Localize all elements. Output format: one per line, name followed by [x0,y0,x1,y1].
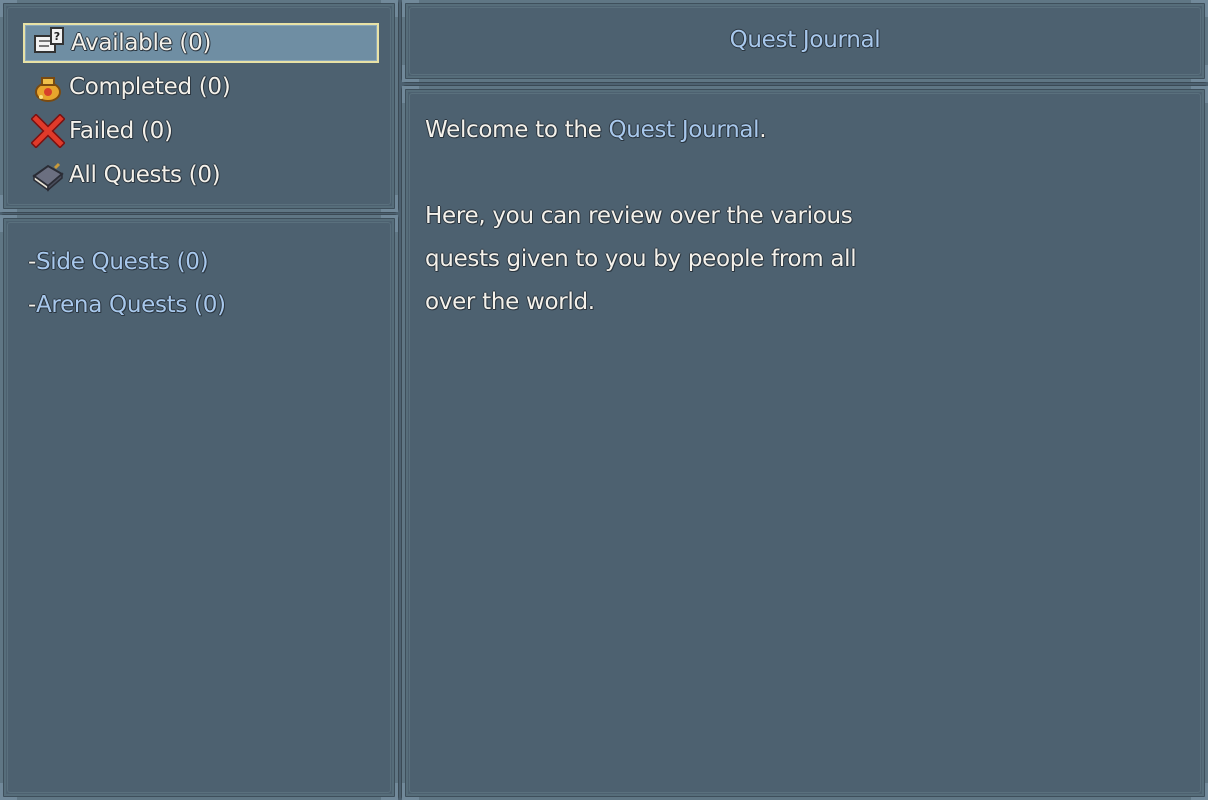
welcome-suffix: . [759,117,767,143]
window-corner [402,65,419,82]
welcome-highlight: Quest Journal [608,117,760,143]
book-icon [32,162,64,192]
category-all-quests[interactable]: All Quests (0) [23,155,379,195]
svg-text:?: ? [54,30,60,43]
window-corner [402,86,419,103]
category-completed[interactable]: Completed (0) [23,67,379,107]
window-corner [381,783,398,800]
window-corner [0,215,17,232]
quest-type-label: Arena Quests (0) [36,292,226,318]
description-line: quests given to you by people from all [425,246,857,272]
welcome-prefix: Welcome to the [425,117,609,143]
window-corner [0,0,17,17]
window-corner [1191,86,1208,103]
category-label: Completed (0) [69,74,231,100]
window-corner [381,215,398,232]
window-corner [0,783,17,800]
treasure-pouch-icon [35,77,61,102]
category-window: ? Available (0) Completed (0) Failed (0)… [0,0,398,212]
quest-type-prefix: - [28,249,36,275]
window-corner [402,0,419,17]
journal-title: Quest Journal [729,27,881,53]
description-line: Here, you can review over the various [425,203,853,229]
description-window: Welcome to the Quest Journal. Here, you … [402,86,1208,800]
quest-board-icon: ? [34,27,64,53]
window-corner [1191,0,1208,17]
quest-type-prefix: - [28,292,36,318]
category-label: Available (0) [71,30,212,56]
quest-type-window: - Side Quests (0) - Arena Quests (0) [0,215,398,800]
window-corner [381,0,398,17]
description-line: over the world. [425,289,595,315]
category-label: Failed (0) [69,118,173,144]
window-corner [402,783,419,800]
quest-type-label: Side Quests (0) [36,249,209,275]
quest-type-arena-quests[interactable]: - Arena Quests (0) [28,285,226,325]
category-available[interactable]: ? Available (0) [23,23,379,63]
window-corner [0,195,17,212]
window-corner [1191,783,1208,800]
title-window: Quest Journal [402,0,1208,82]
quest-type-side-quests[interactable]: - Side Quests (0) [28,242,209,282]
category-label: All Quests (0) [69,162,221,188]
red-x-icon [31,114,65,148]
category-failed[interactable]: Failed (0) [23,111,379,151]
window-corner [381,195,398,212]
window-corner [1191,65,1208,82]
welcome-line: Welcome to the Quest Journal. [425,117,767,143]
